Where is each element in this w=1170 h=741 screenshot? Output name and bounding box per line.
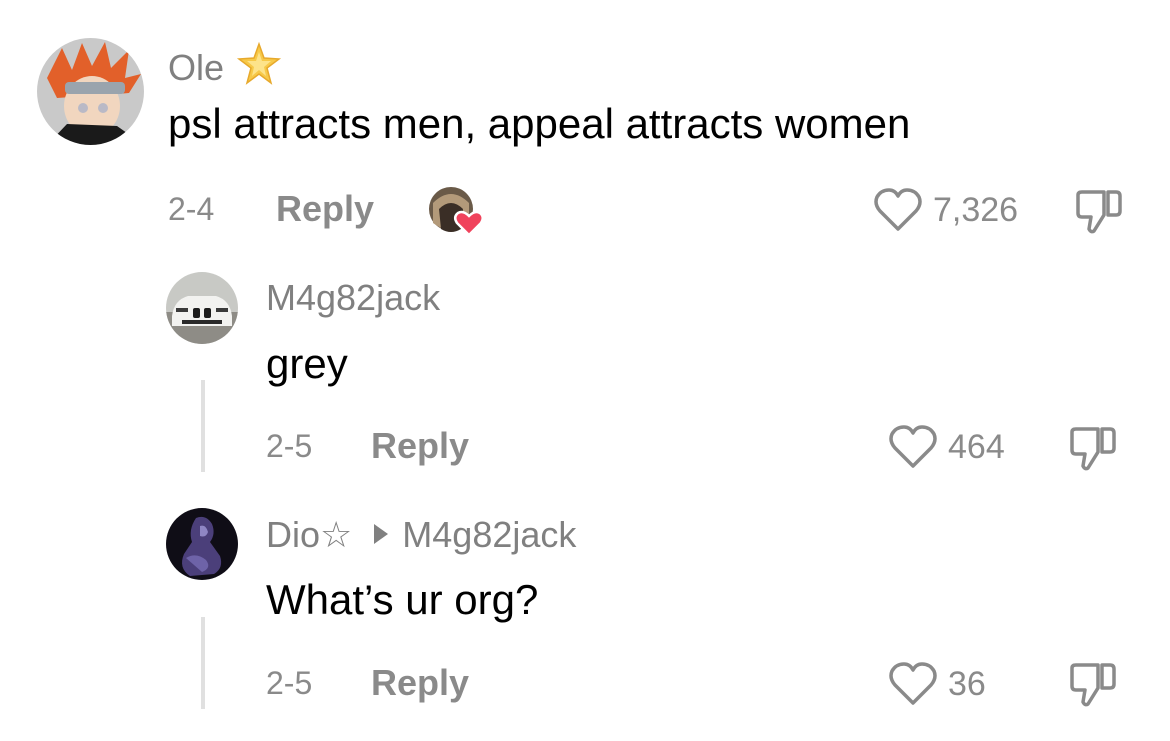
creator-liked-badge — [427, 183, 484, 239]
comment-date: 2-5 — [266, 428, 313, 464]
dislike-button[interactable] — [1068, 662, 1118, 713]
thumbs-down-icon — [1076, 190, 1122, 234]
comment-text: psl attracts men, appeal attracts women — [168, 100, 911, 147]
like-count: 7,326 — [933, 191, 1019, 229]
dislike-button[interactable] — [1074, 189, 1124, 240]
comment-username[interactable]: M4g82jack — [266, 278, 440, 318]
avatar-dio[interactable] — [166, 508, 238, 580]
thumbs-down-icon — [1070, 663, 1116, 707]
heart-outline-icon — [889, 425, 937, 468]
avatar-ole[interactable] — [37, 38, 144, 145]
comment-username[interactable]: Dio☆ M4g82jack — [266, 515, 576, 555]
thread-line — [201, 380, 205, 472]
comment-date: 2-4 — [168, 191, 215, 227]
like-count: 36 — [948, 665, 986, 703]
like-button[interactable]: 464 — [888, 424, 1005, 470]
reply-button[interactable]: Reply — [371, 426, 469, 466]
comment-text: grey — [266, 340, 348, 387]
sparkle-star-icon — [236, 41, 282, 85]
dislike-button[interactable] — [1068, 426, 1118, 477]
reply-arrow-icon — [374, 524, 389, 545]
reply-to-username[interactable]: M4g82jack — [402, 514, 576, 555]
reply-button[interactable]: Reply — [276, 189, 374, 229]
heart-badge-icon — [454, 210, 484, 237]
reply-button[interactable]: Reply — [371, 663, 469, 703]
thumbs-down-icon — [1070, 427, 1116, 471]
like-count: 464 — [948, 428, 1005, 466]
avatar-m4g82jack[interactable] — [166, 272, 238, 344]
thread-line — [201, 617, 205, 709]
heart-outline-icon — [874, 188, 922, 231]
comment-username[interactable]: Ole — [168, 41, 282, 88]
reply-author[interactable]: Dio☆ — [266, 514, 352, 555]
heart-outline-icon — [889, 662, 937, 705]
comment-date: 2-5 — [266, 665, 313, 701]
like-button[interactable]: 36 — [888, 661, 986, 707]
like-button[interactable]: 7,326 — [873, 187, 1018, 233]
comment-text: What’s ur org? — [266, 576, 539, 623]
